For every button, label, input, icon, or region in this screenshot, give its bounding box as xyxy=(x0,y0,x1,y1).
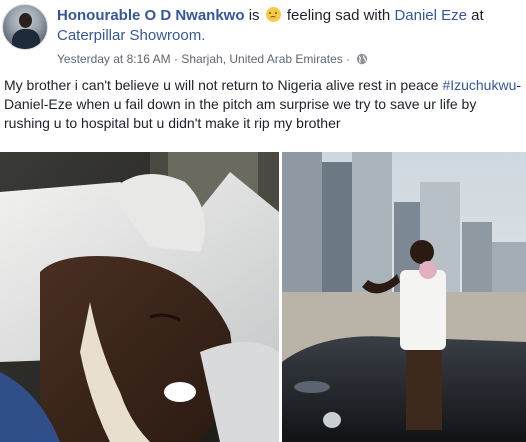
post-message: My brother i can't believe u will not re… xyxy=(4,76,524,133)
post-header-line: Honourable O D Nwankwo is feeling sad wi… xyxy=(57,6,523,46)
post-timestamp[interactable]: Yesterday at 8:16 AM xyxy=(57,52,171,66)
post-location[interactable]: Sharjah, United Arab Emirates xyxy=(181,52,342,66)
sad-face-icon xyxy=(265,7,281,22)
post-meta: Yesterday at 8:16 AM · Sharjah, United A… xyxy=(57,52,368,66)
globe-icon[interactable] xyxy=(356,53,368,65)
author-name-link[interactable]: Honourable O D Nwankwo xyxy=(57,7,245,24)
author-avatar[interactable] xyxy=(2,4,48,50)
place-link[interactable]: Caterpillar Showroom. xyxy=(57,27,205,44)
photo-car-showroom[interactable] xyxy=(282,152,526,442)
meta-separator-2: · xyxy=(346,52,351,66)
hashtag-link[interactable]: #Izuchukwu xyxy=(442,77,516,93)
tagged-person-link[interactable]: Daniel Eze xyxy=(394,7,467,24)
post-text-start: My brother i can't believe u will not re… xyxy=(4,77,443,93)
post-header: Honourable O D Nwankwo is feeling sad wi… xyxy=(0,0,526,72)
feeling-text: feeling sad with xyxy=(286,7,391,24)
photo-car-showroom-image xyxy=(282,152,526,442)
at-text: at xyxy=(471,7,484,24)
photo-hospital-image xyxy=(0,152,279,442)
is-text: is xyxy=(248,7,260,24)
meta-separator: · xyxy=(173,52,178,66)
photo-hospital[interactable] xyxy=(0,152,279,442)
